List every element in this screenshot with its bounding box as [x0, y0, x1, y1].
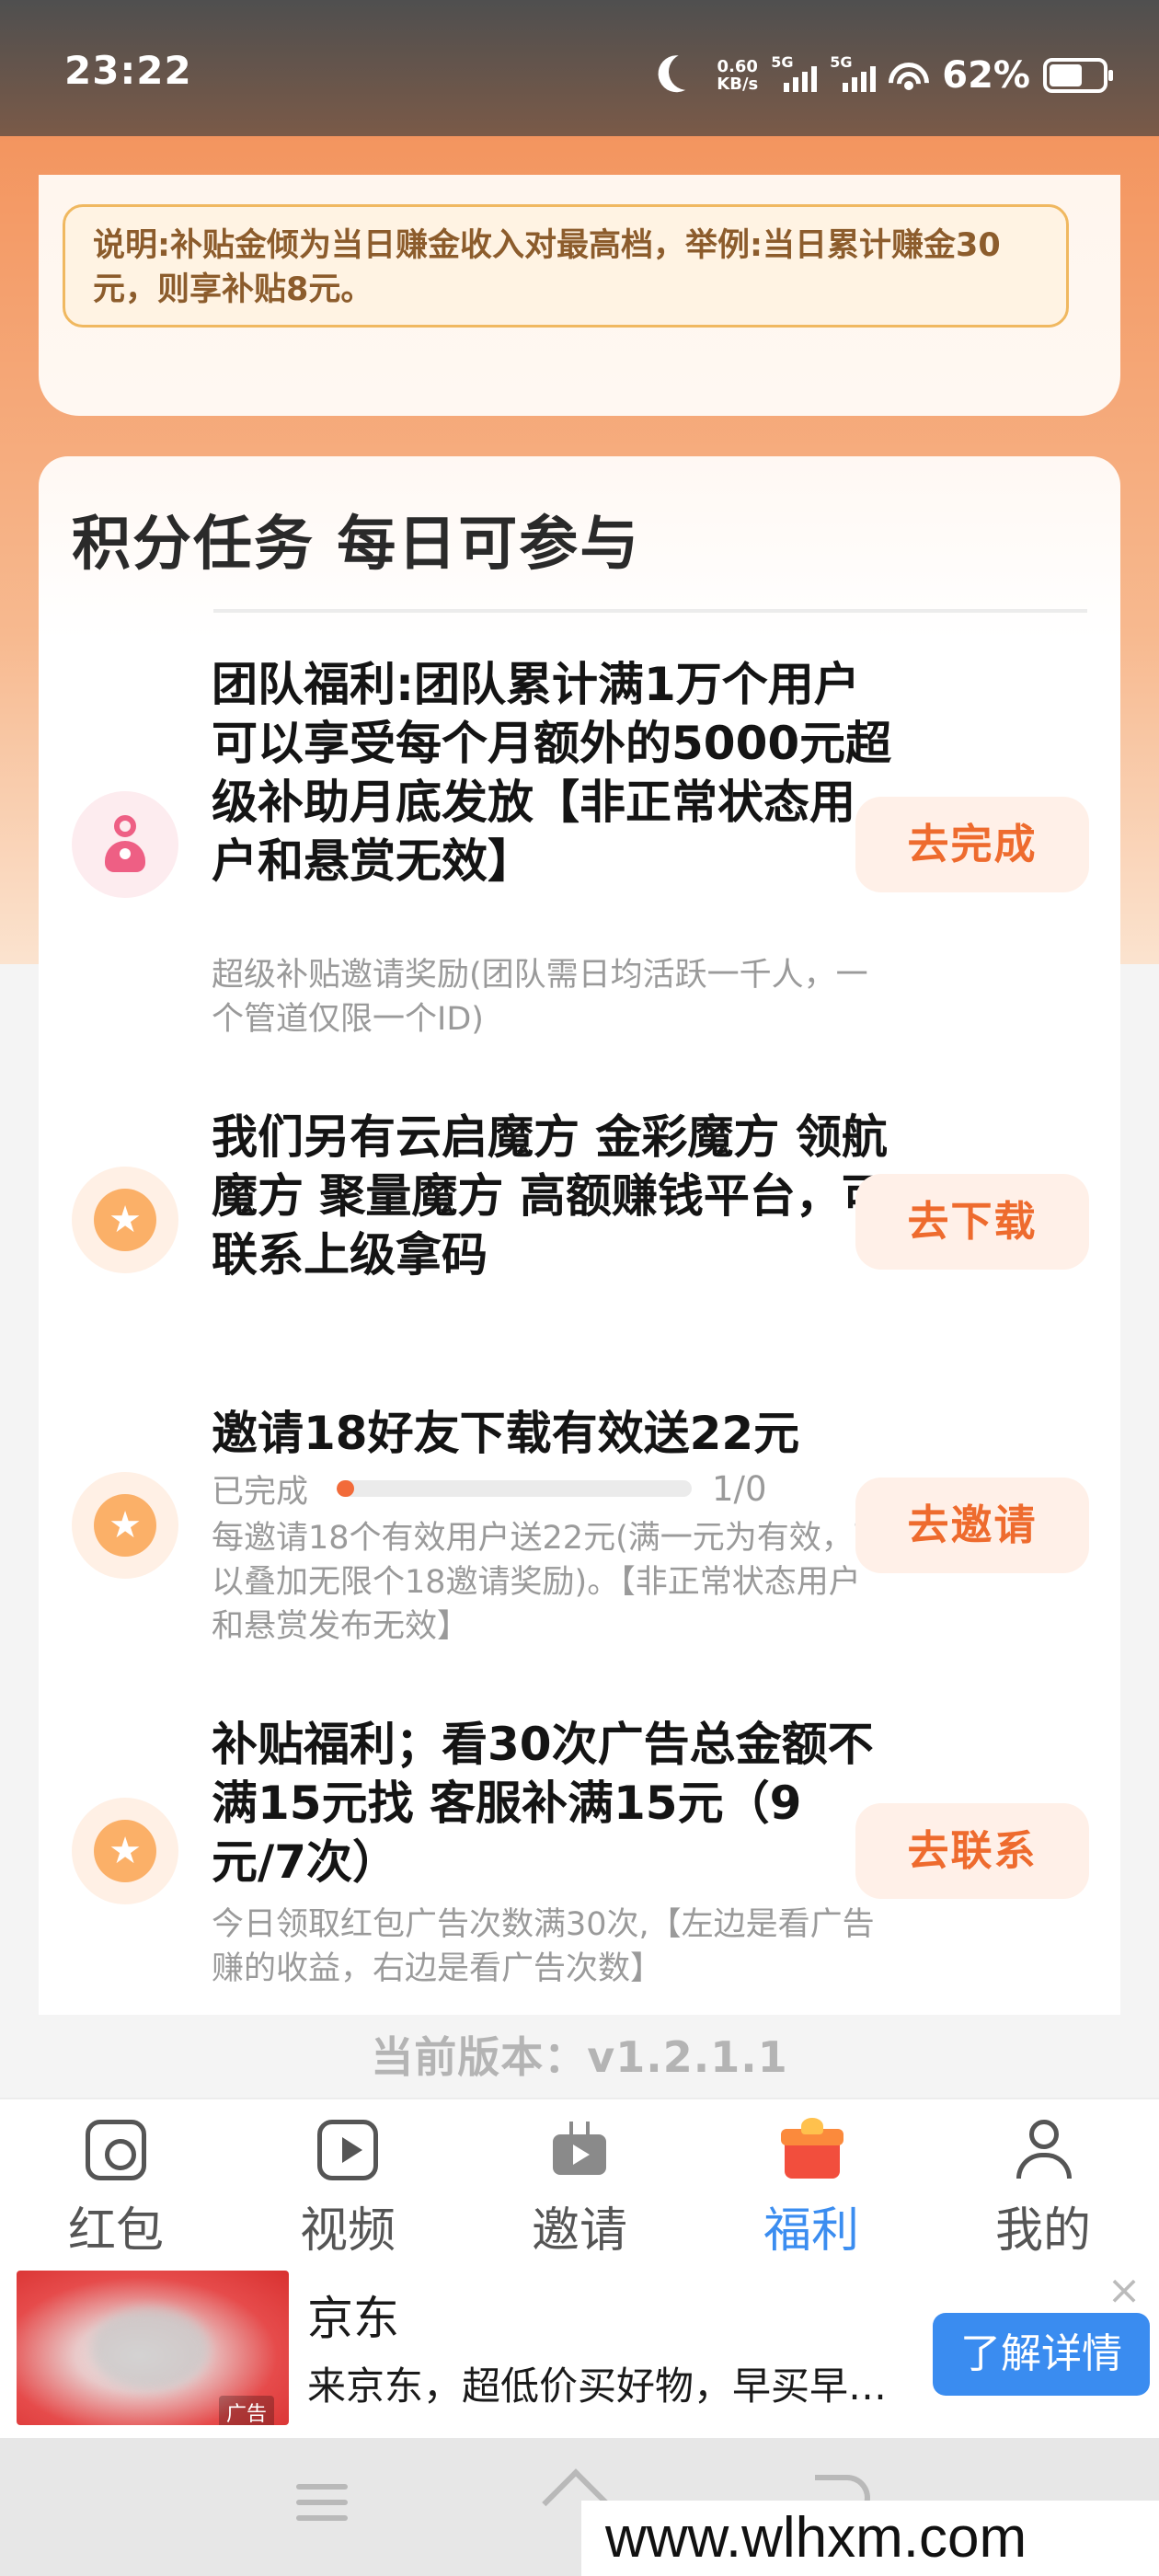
nav-label: 红包 [67, 2203, 164, 2259]
star-coin-icon: ★ [72, 1798, 178, 1904]
progress-bar [337, 1480, 692, 1497]
task-desc: 超级补贴邀请奖励(团队需日均活跃一千人，一个管道仅限一个ID) [212, 957, 868, 1038]
watermark: www.wlhxm.com [581, 2501, 1159, 2576]
battery-icon [1043, 58, 1113, 93]
nav-item-mine[interactable]: 我的 [927, 2099, 1159, 2263]
subsidy-notice: 说明:补贴金倾为当日赚金收入对最高档，举例:当日累计赚金30元，则享补贴8元。 [63, 204, 1069, 328]
ad-text: 来京东，超低价买好物，早买早享受 [307, 2363, 924, 2409]
nav-label: 福利 [763, 2203, 859, 2259]
task-card: 积分任务 每日可参与 团队福利:团队累计满1万个用户可以享受每个月额外的5000… [39, 456, 1120, 2015]
do-not-disturb-moon-icon [664, 48, 711, 95]
nav-item-welfare[interactable]: 福利 [695, 2099, 927, 2263]
battery-percent: 62% [942, 54, 1030, 97]
contact-button[interactable]: 去联系 [855, 1803, 1089, 1899]
clock: 23:22 [64, 48, 192, 93]
nav-label: 邀请 [531, 2203, 627, 2259]
learn-more-button[interactable]: 了解详情 [933, 2313, 1150, 2396]
team-person-icon [72, 791, 178, 898]
complete-button[interactable]: 去完成 [855, 797, 1089, 892]
nav-item-video[interactable]: 视频 [232, 2099, 464, 2263]
signal-sim1-icon: 5G [771, 53, 818, 92]
title-divider [213, 609, 1087, 613]
task-name: 我们另有云启魔方 金彩魔方 领航魔方 聚量魔方 高额赚钱平台，可联系上级拿码 [212, 1110, 888, 1282]
task-desc: 每邀请18个有效用户送22元(满一元为有效，可以叠加无限个18邀请奖励)。【非正… [212, 1520, 886, 1645]
task-name: 邀请18好友下载有效送22元 [212, 1407, 800, 1460]
status-bar: 23:22 0.60 KB/s 5G 5G 62% [0, 0, 1159, 136]
star-coin-icon: ★ [72, 1167, 178, 1273]
task-desc: 今日领取红包广告次数满30次,【左边是看广告赚的收益，右边是看广告次数】 [212, 1906, 875, 1987]
task-section-title: 积分任务 每日可参与 [72, 511, 641, 579]
ad-image[interactable]: 广告 [17, 2271, 289, 2425]
tv-icon [549, 2120, 610, 2180]
status-icons: 0.60 KB/s 5G 5G 62% [660, 48, 1113, 103]
app-version: 当前版本：v1.2.1.1 [371, 2032, 788, 2082]
camera-icon [86, 2120, 146, 2180]
bottom-nav: 红包 视频 邀请 福利 我的 [0, 2098, 1159, 2263]
download-button[interactable]: 去下载 [855, 1174, 1089, 1270]
invite-button[interactable]: 去邀请 [855, 1478, 1089, 1573]
menu-icon[interactable] [296, 2484, 348, 2521]
user-icon [1013, 2120, 1073, 2180]
nav-label: 视频 [299, 2203, 396, 2259]
close-icon[interactable]: × [1106, 2271, 1142, 2311]
nav-item-red-packet[interactable]: 红包 [0, 2099, 232, 2263]
progress-label: 已完成 [212, 1473, 309, 1511]
play-icon [317, 2120, 378, 2180]
star-coin-icon: ★ [72, 1472, 178, 1579]
wifi-icon [889, 57, 930, 94]
ad-brand: 京东 [307, 2292, 399, 2345]
gift-icon [781, 2118, 843, 2180]
ad-tag: 广告 [219, 2396, 275, 2425]
signal-sim2-icon: 5G [830, 53, 877, 92]
network-speed-value: 0.60 [717, 57, 758, 76]
network-speed: 0.60 KB/s [717, 58, 758, 93]
progress-count: 1/0 [712, 1468, 767, 1509]
nav-item-invite[interactable]: 邀请 [464, 2099, 695, 2263]
task-name: 补贴福利；看30次广告总金额不满15元找 客服补满15元（9元/7次） [212, 1718, 874, 1889]
nav-label: 我的 [994, 2203, 1091, 2259]
invite-progress: 已完成 1/0 [212, 1468, 892, 1511]
network-speed-unit: KB/s [717, 75, 759, 94]
ad-banner[interactable]: 广告 京东 来京东，超低价买好物，早买早享受 了解详情 × [0, 2263, 1159, 2438]
progress-bar-fill [337, 1480, 355, 1497]
task-name: 团队福利:团队累计满1万个用户可以享受每个月额外的5000元超级补助月底发放【非… [212, 658, 892, 888]
battery-level-fill [1050, 64, 1082, 86]
